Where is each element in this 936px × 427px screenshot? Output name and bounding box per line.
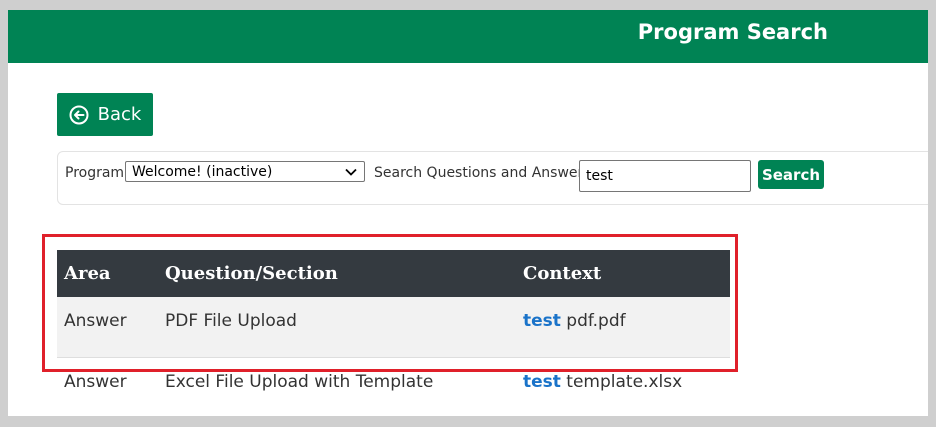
context-rest: pdf.pdf: [560, 311, 626, 331]
program-select[interactable]: Welcome! (inactive): [125, 161, 365, 182]
back-button[interactable]: Back: [57, 93, 153, 136]
app-header: Program Search: [8, 10, 928, 63]
search-input[interactable]: test: [579, 160, 751, 192]
table-header: Area Question/Section Context: [57, 250, 730, 297]
column-header-question: Question/Section: [165, 263, 338, 284]
results-table: Area Question/Section Context Answer PDF…: [57, 250, 730, 416]
search-input-value: test: [586, 168, 613, 184]
cell-context: test template.xlsx: [523, 372, 682, 392]
match-highlight: test: [523, 372, 561, 392]
page: Program Search Back Program Welcome! (in…: [8, 10, 928, 416]
match-highlight: test: [523, 311, 561, 331]
back-button-label: Back: [97, 104, 142, 125]
cell-question: PDF File Upload: [165, 311, 297, 331]
column-header-context: Context: [523, 263, 602, 284]
back-arrow-circle-icon: [69, 105, 89, 125]
program-selected-value: Welcome! (inactive): [132, 163, 273, 180]
table-row[interactable]: Answer Excel File Upload with Template t…: [57, 358, 730, 416]
page-title: Program Search: [637, 20, 828, 44]
search-bar: Program Welcome! (inactive) Search Quest…: [57, 151, 928, 205]
cell-context: test pdf.pdf: [523, 311, 626, 331]
program-label: Program: [65, 165, 125, 181]
chevron-down-icon: [344, 165, 358, 183]
cell-question: Excel File Upload with Template: [165, 372, 434, 392]
column-header-area: Area: [64, 263, 111, 284]
search-button[interactable]: Search: [758, 160, 824, 189]
qa-search-label: Search Questions and Answers: [374, 165, 591, 181]
cell-area: Answer: [64, 372, 127, 392]
cell-area: Answer: [64, 311, 127, 331]
table-row[interactable]: Answer PDF File Upload test pdf.pdf: [57, 297, 730, 358]
context-rest: template.xlsx: [560, 372, 683, 392]
